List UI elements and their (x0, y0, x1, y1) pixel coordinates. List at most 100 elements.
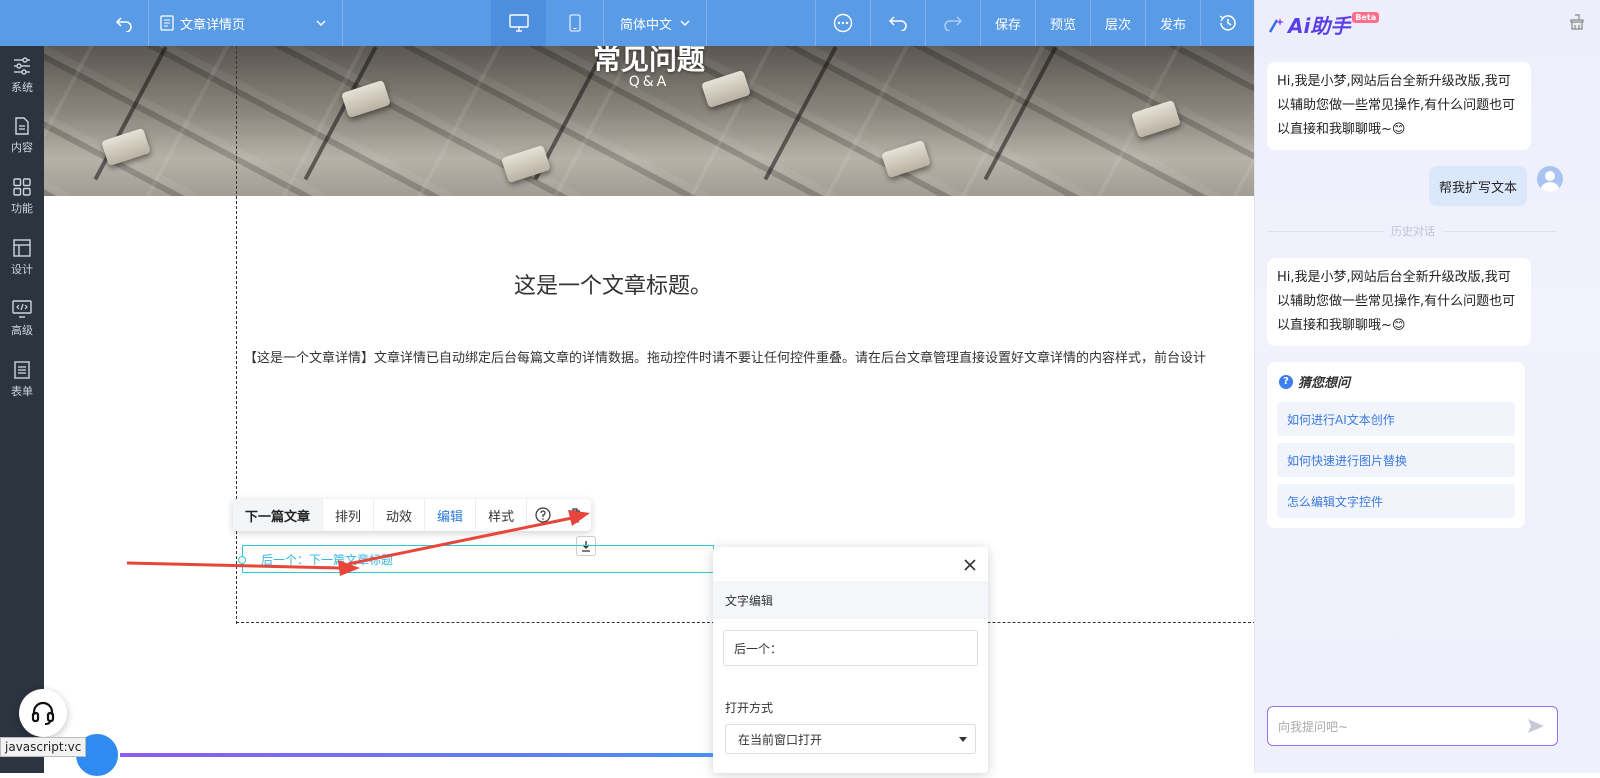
left-sidebar: 系统 内容 功能 设计 高级 表单 (0, 46, 44, 773)
sliders-icon (14, 57, 30, 75)
history-button[interactable] (1201, 0, 1254, 46)
control-toolbar: 下一篇文章 排列 动效 编辑 样式 (233, 499, 592, 531)
page-name: 文章详情页 (180, 17, 246, 33)
mobile-icon (568, 14, 581, 32)
desktop-icon (508, 14, 529, 32)
section-boundary-left (236, 46, 237, 624)
sidebar-item-label: 高级 (11, 324, 33, 337)
suggestion-item[interactable]: 怎么编辑文字控件 (1277, 484, 1515, 518)
caret-down-icon (959, 737, 967, 742)
save-button[interactable]: 保存 (981, 0, 1035, 46)
send-icon (1528, 719, 1544, 733)
article-body[interactable]: 【这是一个文章详情】文章详情已自动绑定后台每篇文章的详情数据。拖动控件时请不要让… (244, 347, 1206, 366)
mixer-fader (501, 144, 551, 184)
suggested-title: ? 猜您想问 (1279, 372, 1350, 391)
next-article-link[interactable]: 后一个：下一篇文章标题 (238, 545, 714, 573)
language-label: 简体中文 (619, 17, 672, 33)
chevron-down-icon (680, 20, 690, 26)
layout-icon (13, 239, 31, 257)
open-mode-value: 在当前窗口打开 (738, 732, 823, 747)
gradient-strip (120, 753, 713, 757)
open-mode-label: 打开方式 (725, 701, 774, 715)
form-icon (14, 361, 30, 379)
beta-badge: Beta (1352, 12, 1380, 23)
grid-icon (13, 178, 31, 196)
mixer-fader (1131, 99, 1181, 139)
banner-subtitle: Q&A (628, 74, 670, 90)
ai-assistant-panel: Ai助手 Beta Hi,我是小梦,网站后台全新升级改版,我可以辅助您做一些常见… (1254, 0, 1600, 773)
back-button[interactable] (100, 0, 148, 46)
mobile-view-button[interactable] (547, 0, 602, 46)
status-bar-url: javascript:vc (0, 737, 87, 757)
suggested-questions: ? 猜您想问 如何进行AI文本创作 如何快速进行图片替换 怎么编辑文字控件 (1267, 362, 1525, 528)
ai-logo: Ai助手 Beta (1267, 10, 1380, 39)
prefix-text-input[interactable]: 后一个： (723, 630, 978, 666)
more-button[interactable] (816, 0, 870, 46)
more-icon (833, 13, 853, 33)
code-monitor-icon (12, 300, 32, 318)
undo-icon (889, 16, 907, 31)
sidebar-item-design[interactable]: 设计 (0, 228, 44, 288)
clear-history-button[interactable] (1569, 14, 1585, 34)
headset-icon (31, 701, 55, 725)
mixer-fader (101, 127, 151, 167)
sidebar-item-form[interactable]: 表单 (0, 350, 44, 410)
sidebar-item-label: 表单 (11, 385, 33, 398)
input-placeholder: 向我提问吧~ (1278, 719, 1349, 734)
control-name[interactable]: 下一篇文章 (233, 499, 324, 531)
sidebar-item-label: 功能 (11, 202, 33, 215)
sidebar-item-function[interactable]: 功能 (0, 167, 44, 227)
customer-support-button[interactable] (19, 689, 67, 737)
article-title[interactable]: 这是一个文章标题。 (514, 268, 712, 300)
sparkle-icon (1268, 17, 1284, 33)
sidebar-item-system[interactable]: 系统 (0, 46, 44, 106)
close-icon (964, 559, 976, 571)
page-icon (160, 15, 174, 31)
arrange-button[interactable]: 排列 (323, 499, 375, 531)
ai-question-input[interactable]: 向我提问吧~ (1267, 706, 1558, 746)
text-edit-popup: 文字编辑 后一个： 打开方式 在当前窗口打开 (713, 547, 988, 773)
document-icon (15, 117, 29, 135)
open-mode-select[interactable]: 在当前窗口打开 (725, 724, 976, 754)
assistant-message: Hi,我是小梦,网站后台全新升级改版,我可以辅助您做一些常见操作,有什么问题也可… (1267, 258, 1531, 346)
editor-canvas[interactable]: 常见问题 Q&A 这是一个文章标题。 【这是一个文章详情】文章详情已自动绑定后台… (44, 46, 1254, 773)
top-toolbar: 文章详情页 简体中文 保存 预览 层次 发布 (0, 0, 1254, 46)
user-message: 帮我扩写文本 (1429, 166, 1528, 206)
history-clock-icon (1219, 15, 1236, 31)
sidebar-item-advanced[interactable]: 高级 (0, 289, 44, 349)
suggestion-item[interactable]: 如何快速进行图片替换 (1277, 443, 1515, 477)
animation-button[interactable]: 动效 (374, 499, 426, 531)
desktop-view-button[interactable] (491, 0, 546, 46)
suggestion-item[interactable]: 如何进行AI文本创作 (1277, 402, 1515, 436)
close-button[interactable] (964, 555, 976, 576)
redo-icon (944, 16, 962, 31)
history-label: 历史对话 (1383, 223, 1443, 239)
trash-icon (570, 508, 581, 523)
edit-button[interactable]: 编辑 (425, 499, 477, 531)
resize-handle[interactable] (238, 556, 246, 564)
sidebar-item-content[interactable]: 内容 (0, 106, 44, 166)
page-selector[interactable]: 文章详情页 (160, 0, 340, 46)
redo-button[interactable] (926, 0, 980, 46)
banner-image[interactable]: 常见问题 Q&A (44, 46, 1254, 196)
delete-button[interactable] (559, 499, 591, 531)
publish-button[interactable]: 发布 (1146, 0, 1200, 46)
user-avatar (1537, 166, 1563, 192)
layers-button[interactable]: 层次 (1091, 0, 1145, 46)
style-button[interactable]: 样式 (476, 499, 528, 531)
send-button[interactable] (1527, 718, 1545, 737)
broom-icon (1570, 14, 1584, 30)
language-selector[interactable]: 简体中文 (604, 0, 706, 46)
preview-button[interactable]: 预览 (1036, 0, 1090, 46)
ai-header: Ai助手 Beta (1255, 0, 1600, 46)
help-button[interactable] (527, 499, 559, 531)
chevron-down-icon (316, 20, 326, 26)
help-icon (535, 507, 551, 523)
avatar-icon (1540, 171, 1560, 192)
next-article-text: 后一个：下一篇文章标题 (261, 552, 394, 567)
sidebar-item-label: 系统 (11, 81, 33, 94)
undo-button[interactable] (871, 0, 925, 46)
sidebar-item-label: 内容 (11, 141, 33, 154)
assistant-message: Hi,我是小梦,网站后台全新升级改版,我可以辅助您做一些常见操作,有什么问题也可… (1267, 62, 1531, 150)
undo-arrow-icon (115, 17, 132, 32)
